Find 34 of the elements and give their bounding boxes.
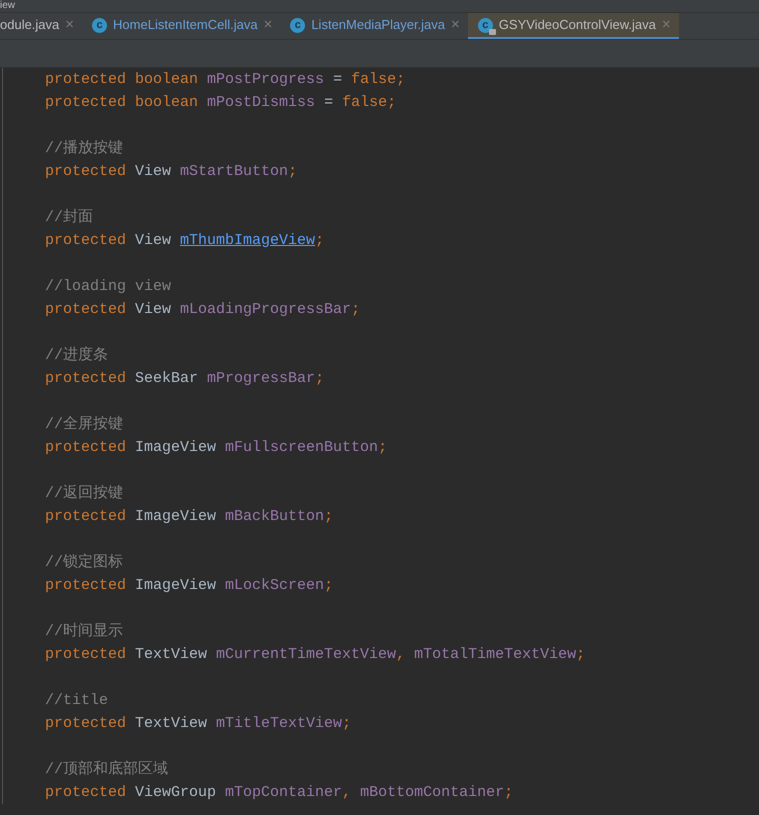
class-icon: c: [92, 18, 108, 32]
close-icon[interactable]: ×: [264, 14, 272, 36]
code-line: protected boolean mPostDismiss = false;: [45, 93, 398, 113]
code-comment: //进度条: [45, 345, 110, 366]
code-line: protected View mStartButton;: [45, 162, 298, 182]
code-comment: //时间显示: [45, 622, 124, 642]
file-tab[interactable]: c GSYVideoControlView.java ×: [468, 13, 679, 39]
code-line: protected TextView mCurrentTimeTextView, mTotalTimeTextView;: [45, 645, 586, 665]
code-comment: //返回按键: [45, 484, 124, 504]
file-tab[interactable]: c HomeListenItemCell.java ×: [82, 13, 280, 39]
code-line: protected TextView mTitleTextView;: [45, 714, 352, 734]
code-comment: //锁定图标: [45, 552, 124, 573]
code-line: protected ImageView mBackButton;: [45, 507, 334, 527]
close-icon[interactable]: ×: [65, 14, 74, 36]
code-line: protected boolean mPostProgress = false;: [45, 70, 406, 90]
code-comment: //播放按键: [45, 138, 124, 159]
class-icon: c: [478, 18, 493, 32]
file-tab[interactable]: odule.java ×: [0, 13, 82, 39]
code-comment: //loading view: [45, 277, 172, 297]
close-icon[interactable]: ×: [662, 14, 671, 36]
code-comment: //封面: [45, 208, 94, 228]
code-comment: //顶部和底部区域: [45, 759, 170, 780]
code-line: protected View mThumbImageView;: [45, 231, 326, 251]
code-line: protected ViewGroup mTopContainer, mBottomContainer;: [45, 783, 514, 803]
code-line: protected ImageView mLockScreen;: [45, 576, 334, 596]
code-line: protected ImageView mFullscreenButton;: [45, 438, 388, 458]
code-comment: //全屏按键: [45, 414, 124, 435]
file-tab[interactable]: c ListenMediaPlayer.java ×: [280, 13, 468, 39]
class-icon: c: [290, 18, 306, 32]
menu-text: iew: [0, 0, 16, 11]
code-line: protected SeekBar mProgressBar;: [45, 369, 326, 389]
close-icon[interactable]: ×: [451, 14, 460, 36]
code-comment: //title: [45, 691, 110, 711]
code-line: protected View mLoadingProgressBar;: [45, 300, 362, 320]
